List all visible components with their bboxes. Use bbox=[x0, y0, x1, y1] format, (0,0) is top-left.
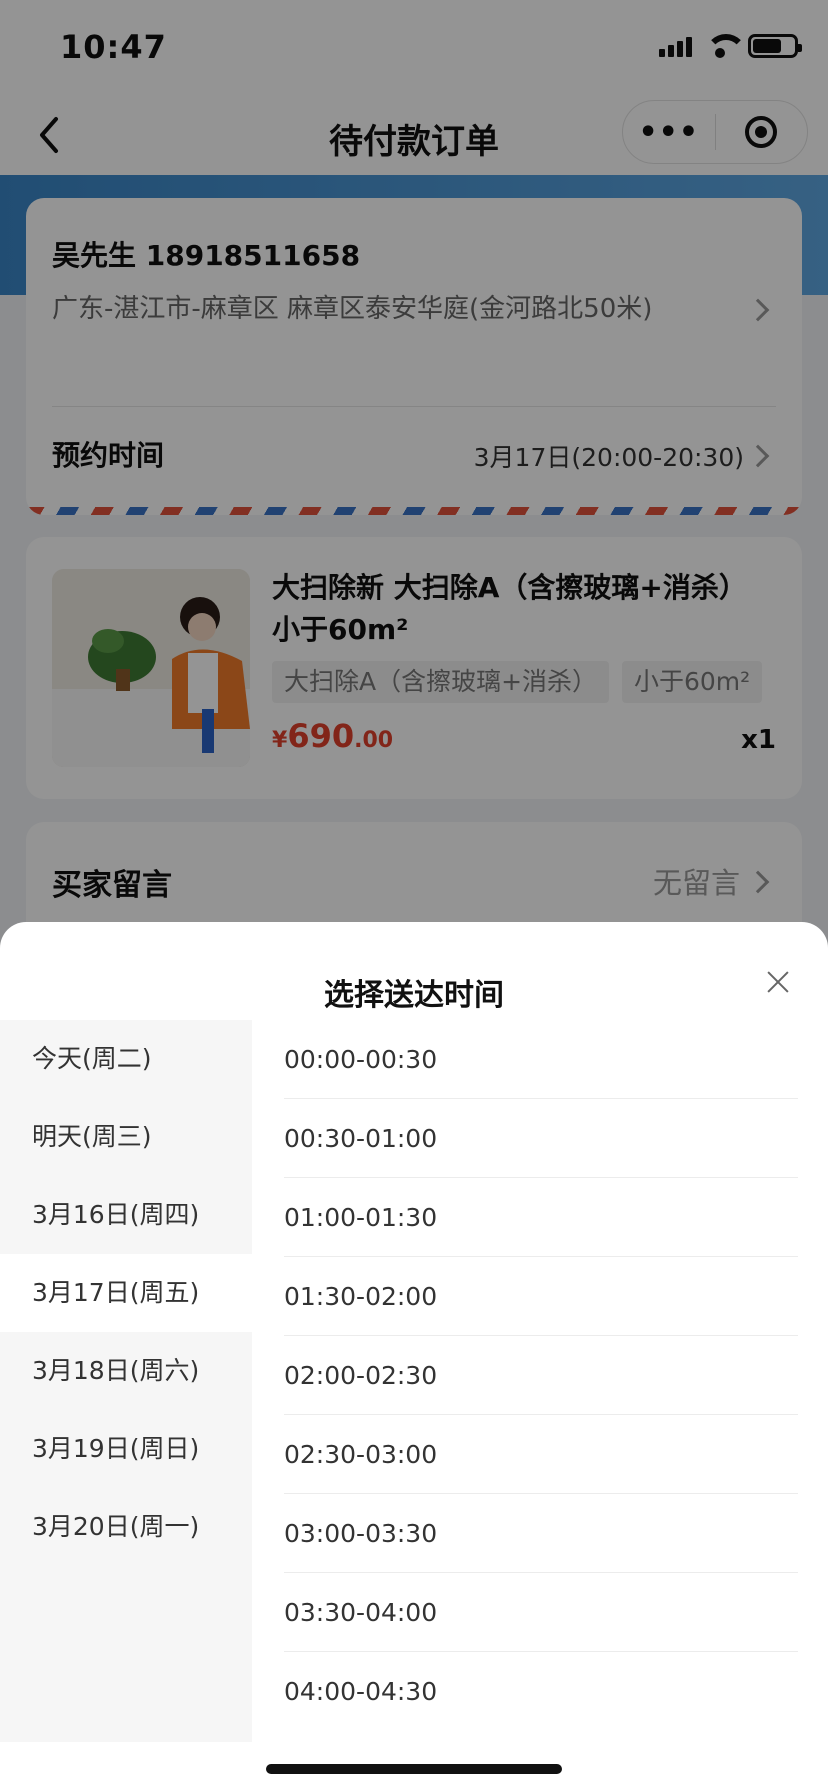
date-list: 今天(周二) 明天(周三) 3月16日(周四) 3月17日(周五) 3月18日(… bbox=[0, 1020, 252, 1742]
time-slot[interactable]: 03:00-03:30 bbox=[284, 1494, 798, 1573]
time-slot[interactable]: 01:30-02:00 bbox=[284, 1257, 798, 1336]
time-slot[interactable]: 01:00-01:30 bbox=[284, 1178, 798, 1257]
sheet-title: 选择送达时间 bbox=[324, 978, 504, 1013]
home-indicator bbox=[266, 1764, 562, 1774]
date-item-selected[interactable]: 3月17日(周五) bbox=[0, 1254, 252, 1332]
date-item[interactable]: 3月19日(周日) bbox=[0, 1410, 252, 1488]
time-slot[interactable]: 02:30-03:00 bbox=[284, 1415, 798, 1494]
time-picker-sheet: 选择送达时间 今天(周二) 明天(周三) 3月16日(周四) 3月17日(周五)… bbox=[0, 922, 828, 1792]
date-item[interactable]: 明天(周三) bbox=[0, 1098, 252, 1176]
time-slot[interactable]: 04:00-04:30 bbox=[284, 1652, 798, 1731]
time-slot[interactable]: 00:30-01:00 bbox=[284, 1099, 798, 1178]
time-slot[interactable]: 00:00-00:30 bbox=[284, 1020, 798, 1099]
date-item[interactable]: 今天(周二) bbox=[0, 1020, 252, 1098]
time-slot[interactable]: 03:30-04:00 bbox=[284, 1573, 798, 1652]
date-item[interactable]: 3月18日(周六) bbox=[0, 1332, 252, 1410]
date-item[interactable]: 3月16日(周四) bbox=[0, 1176, 252, 1254]
close-icon[interactable] bbox=[758, 962, 798, 1002]
date-item[interactable]: 3月20日(周一) bbox=[0, 1488, 252, 1566]
time-slot[interactable]: 02:00-02:30 bbox=[284, 1336, 798, 1415]
time-slot-list: 00:00-00:30 00:30-01:00 01:00-01:30 01:3… bbox=[284, 1020, 798, 1742]
